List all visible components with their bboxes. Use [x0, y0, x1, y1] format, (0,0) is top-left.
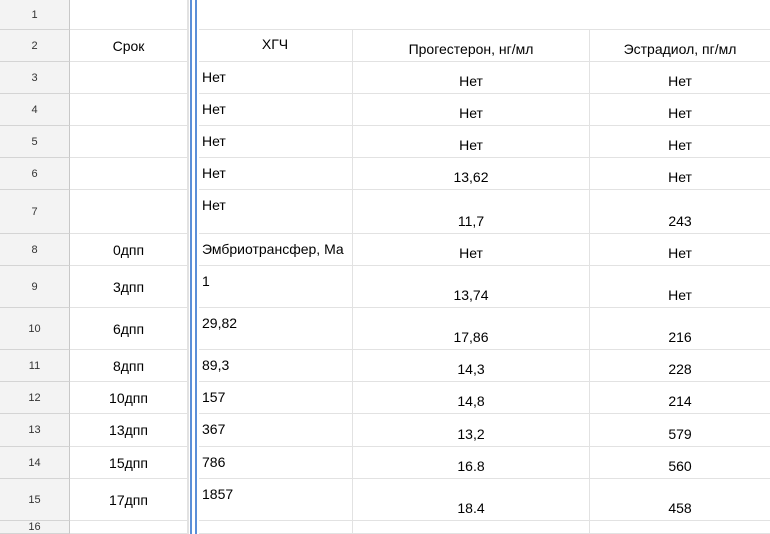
header-hcg[interactable]: ХГЧ — [198, 30, 353, 62]
cell-progesterone[interactable]: 14,8 — [353, 382, 590, 414]
cell[interactable] — [590, 521, 770, 534]
freeze-line[interactable] — [195, 0, 197, 534]
cell-estradiol[interactable]: 214 — [590, 382, 770, 414]
cell-term[interactable] — [70, 94, 188, 126]
cell[interactable] — [70, 521, 188, 534]
cell-estradiol[interactable]: Нет — [590, 94, 770, 126]
cell-term[interactable]: 10дпп — [70, 382, 188, 414]
cell-estradiol[interactable]: 458 — [590, 479, 770, 521]
cell[interactable] — [353, 521, 590, 534]
header-term[interactable]: Срок — [70, 30, 188, 62]
cell-progesterone[interactable]: Нет — [353, 94, 590, 126]
row-header[interactable]: 16 — [0, 521, 70, 534]
cell-term[interactable]: 15дпп — [70, 447, 188, 479]
cell-hcg[interactable]: 1 — [198, 266, 353, 308]
cell-term[interactable]: 0дпп — [70, 234, 188, 266]
cell-estradiol[interactable]: Нет — [590, 126, 770, 158]
cell-estradiol[interactable]: 228 — [590, 350, 770, 382]
row-header[interactable]: 14 — [0, 447, 70, 479]
cell-hcg[interactable]: Нет — [198, 94, 353, 126]
header-estradiol[interactable]: Эстрадиол, пг/мл — [590, 30, 770, 62]
cell-progesterone[interactable]: 18.4 — [353, 479, 590, 521]
cell-hcg[interactable]: 786 — [198, 447, 353, 479]
row-header[interactable]: 4 — [0, 94, 70, 126]
cell-progesterone[interactable]: 13,2 — [353, 414, 590, 447]
row-header[interactable]: 15 — [0, 479, 70, 521]
cell[interactable] — [198, 0, 770, 30]
row-header[interactable]: 12 — [0, 382, 70, 414]
freeze-line[interactable] — [190, 0, 192, 534]
cell-term[interactable]: 17дпп — [70, 479, 188, 521]
cell-term[interactable] — [70, 158, 188, 190]
cell-progesterone[interactable]: 13,62 — [353, 158, 590, 190]
row-header[interactable]: 6 — [0, 158, 70, 190]
cell-hcg[interactable]: 29,82 — [198, 308, 353, 350]
cell-estradiol[interactable]: 560 — [590, 447, 770, 479]
cell-progesterone[interactable]: 16.8 — [353, 447, 590, 479]
cell-progesterone[interactable]: Нет — [353, 234, 590, 266]
row-header[interactable]: 13 — [0, 414, 70, 447]
cell-estradiol[interactable]: Нет — [590, 158, 770, 190]
row-header[interactable]: 3 — [0, 62, 70, 94]
cell[interactable] — [70, 0, 188, 30]
row-header[interactable]: 5 — [0, 126, 70, 158]
cell-term[interactable]: 8дпп — [70, 350, 188, 382]
cell-term[interactable] — [70, 126, 188, 158]
row-header[interactable]: 1 — [0, 0, 70, 30]
cell-progesterone[interactable]: 14,3 — [353, 350, 590, 382]
cell-hcg[interactable]: Нет — [198, 190, 353, 234]
cell-hcg[interactable]: 157 — [198, 382, 353, 414]
cell-progesterone[interactable]: 13,74 — [353, 266, 590, 308]
cell-progesterone[interactable]: 11,7 — [353, 190, 590, 234]
cell-term[interactable] — [70, 190, 188, 234]
cell-estradiol[interactable]: Нет — [590, 234, 770, 266]
cell-progesterone[interactable]: Нет — [353, 62, 590, 94]
row-header[interactable]: 10 — [0, 308, 70, 350]
cell-estradiol[interactable]: 243 — [590, 190, 770, 234]
cell-hcg[interactable]: 89,3 — [198, 350, 353, 382]
cell-estradiol[interactable]: Нет — [590, 62, 770, 94]
cell[interactable] — [198, 521, 353, 534]
cell-hcg[interactable]: Нет — [198, 126, 353, 158]
header-progesterone[interactable]: Прогестерон, нг/мл — [353, 30, 590, 62]
cell-term[interactable]: 6дпп — [70, 308, 188, 350]
cell-estradiol[interactable]: Нет — [590, 266, 770, 308]
cell-term[interactable]: 13дпп — [70, 414, 188, 447]
cell-hcg[interactable]: Эмбриотрансфер, Ма — [198, 234, 353, 266]
cell-hcg[interactable]: 1857 — [198, 479, 353, 521]
cell-estradiol[interactable]: 216 — [590, 308, 770, 350]
row-header[interactable]: 8 — [0, 234, 70, 266]
row-header[interactable]: 11 — [0, 350, 70, 382]
row-header[interactable]: 2 — [0, 30, 70, 62]
spreadsheet-grid: 1 2 Срок ХГЧ Прогестерон, нг/мл Эстрадио… — [0, 0, 770, 534]
cell-progesterone[interactable]: 17,86 — [353, 308, 590, 350]
cell-hcg[interactable]: 367 — [198, 414, 353, 447]
row-header[interactable]: 7 — [0, 190, 70, 234]
cell-term[interactable]: 3дпп — [70, 266, 188, 308]
cell-progesterone[interactable]: Нет — [353, 126, 590, 158]
cell-estradiol[interactable]: 579 — [590, 414, 770, 447]
cell-hcg[interactable]: Нет — [198, 62, 353, 94]
row-header[interactable]: 9 — [0, 266, 70, 308]
cell-hcg[interactable]: Нет — [198, 158, 353, 190]
cell-term[interactable] — [70, 62, 188, 94]
